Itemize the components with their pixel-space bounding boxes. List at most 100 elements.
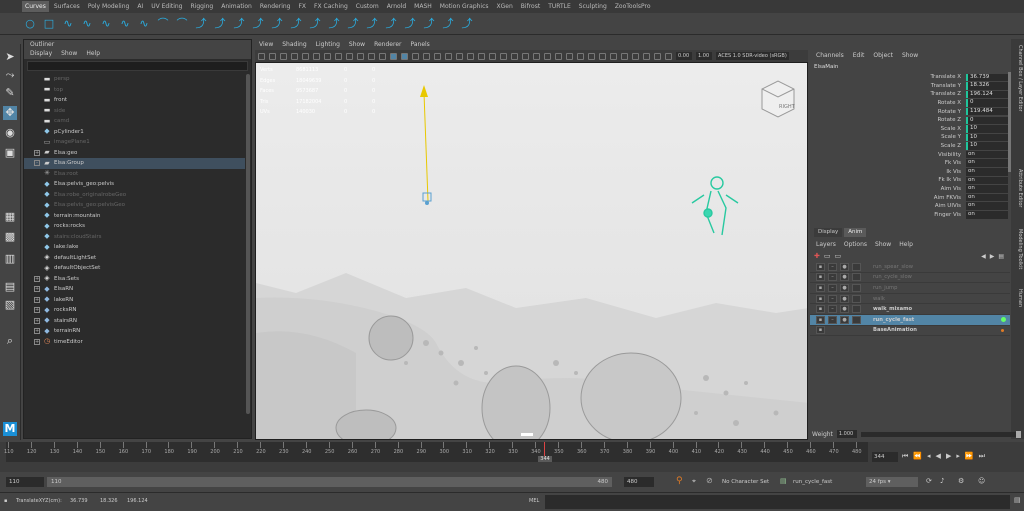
scale-tool-icon[interactable]: ▣ — [3, 146, 17, 160]
shelf-tab-xgen[interactable]: XGen — [494, 1, 516, 12]
colorspace-dropdown[interactable]: ACES 1.0 SDR-video (sRGB) — [716, 52, 789, 60]
viewport-toolbar-icon[interactable] — [511, 52, 518, 60]
anim-layer-menu[interactable]: run_cycle_fast — [793, 479, 832, 485]
maya-logo-icon[interactable]: M — [3, 422, 17, 436]
solo-icon[interactable]: ● — [840, 294, 849, 303]
expand-toggle-icon[interactable]: + — [34, 149, 40, 156]
ghost-icon[interactable] — [852, 294, 861, 303]
auto-key-icon[interactable]: ⚲ — [676, 476, 683, 486]
expand-toggle-icon[interactable]: + — [34, 296, 40, 303]
channel-row[interactable]: Translate Z 196.124 — [810, 90, 1010, 99]
outliner-item[interactable]: ▬ side — [24, 106, 251, 117]
channel-row[interactable]: Aim FKVis on — [810, 193, 1010, 202]
shelf-tab-rendering[interactable]: Rendering — [257, 1, 294, 12]
select-tool-icon[interactable]: ➤ — [3, 50, 17, 64]
curve-edit-icon[interactable]: ⤴ — [347, 17, 359, 30]
channel-row[interactable]: Scale Y 10 — [810, 133, 1010, 142]
viewport-toolbar-icon[interactable] — [665, 52, 672, 60]
viewport-toolbar-icon[interactable] — [599, 52, 606, 60]
viewport-toolbar-icon[interactable] — [379, 52, 386, 60]
outliner-item[interactable]: ◆ lake:lake — [24, 242, 251, 253]
solo-icon[interactable]: ● — [840, 262, 849, 271]
channel-value[interactable]: on — [966, 185, 1008, 193]
exposure-field[interactable]: 0.00 — [676, 52, 692, 60]
play-backwards-icon[interactable]: ◀ — [936, 452, 941, 461]
viewport-menu-view[interactable]: View — [259, 40, 273, 50]
fps-dropdown[interactable]: 24 fps ▾ — [866, 477, 918, 487]
channel-row[interactable]: Fk Vis on — [810, 159, 1010, 168]
curve-edit-icon[interactable]: ⤴ — [385, 17, 397, 30]
timeline-track[interactable]: 110 120 130 140 150 160 170 180 190 200 210 220 230 2… — [4, 442, 868, 462]
outliner-item[interactable]: ▬ persp — [24, 74, 251, 85]
mute-icon[interactable]: – — [828, 305, 837, 314]
viewport-toolbar-icon[interactable] — [566, 52, 573, 60]
viewport-toolbar-icon[interactable] — [258, 52, 265, 60]
viewport-toolbar-icon[interactable] — [610, 52, 617, 60]
outliner-item[interactable]: + ◆ ElsaRN — [24, 284, 251, 295]
arc-icon[interactable]: ⌒ — [176, 17, 188, 30]
viewport-toolbar-icon[interactable] — [489, 52, 496, 60]
layer-menu-options[interactable]: Options — [844, 240, 867, 250]
anim-end-field[interactable]: 480 — [624, 477, 654, 487]
viewport-toolbar-icon[interactable] — [412, 52, 419, 60]
ghost-icon[interactable] — [852, 262, 861, 271]
curve-edit-icon[interactable]: ⤴ — [328, 17, 340, 30]
layer-menu-layers[interactable]: Layers — [816, 240, 836, 250]
layer-icon[interactable]: ▭ — [824, 252, 831, 260]
expand-toggle-icon[interactable]: + — [34, 328, 40, 335]
step-forward-icon[interactable]: ▸ — [956, 452, 960, 461]
shelf-tab-motion-graphics[interactable]: Motion Graphics — [437, 1, 492, 12]
rotate-tool-icon[interactable]: ◉ — [3, 126, 17, 140]
solo-icon[interactable]: ● — [840, 273, 849, 282]
outliner-item[interactable]: + ◆ stairsRN — [24, 316, 251, 327]
outliner-item[interactable]: ▭ imagePlane1 — [24, 137, 251, 148]
weight-slider[interactable] — [860, 430, 1021, 438]
outliner-item[interactable]: ▬ top — [24, 85, 251, 96]
curve-edit-icon[interactable]: ⤴ — [404, 17, 416, 30]
outliner-item[interactable]: ◆ Elsa:pelvis_geo:pelvisGeo — [24, 200, 251, 211]
outliner-item[interactable]: ◈ defaultLightSet — [24, 253, 251, 264]
curve-edit-icon[interactable]: ⤴ — [233, 17, 245, 30]
channel-menu-object[interactable]: Object — [873, 51, 893, 61]
outliner-item[interactable]: + ◆ rocksRN — [24, 305, 251, 316]
outliner-menu-show[interactable]: Show — [61, 49, 77, 59]
anim-layer-row[interactable]: ▪ – ● run_spear_slow — [810, 262, 1010, 273]
curve-icon[interactable]: ∿ — [119, 17, 131, 30]
shelf-tab-animation[interactable]: Animation — [218, 1, 255, 12]
anim-layer-row[interactable]: ▪ – ● run_cycle_fast — [810, 314, 1010, 326]
outliner-item[interactable]: ◆ stairs:cloudStairs — [24, 232, 251, 243]
shelf-tab-surfaces[interactable]: Surfaces — [51, 1, 83, 12]
channel-value[interactable]: on — [966, 202, 1008, 210]
viewport-toolbar-icon[interactable] — [577, 52, 584, 60]
mute-icon[interactable]: – — [828, 273, 837, 282]
outliner-item[interactable]: ◈ defaultObjectSet — [24, 263, 251, 274]
viewport-toolbar-icon[interactable] — [555, 52, 562, 60]
outliner-item[interactable]: ◆ Elsa:pelvis_geo:pelvis — [24, 179, 251, 190]
key-icon[interactable]: ⌖ — [692, 477, 696, 486]
viewport-toolbar-icon[interactable] — [522, 52, 529, 60]
outliner-item[interactable]: ◆ Elsa:robe_originalrobeGeo — [24, 190, 251, 201]
lock-icon[interactable]: ▪ — [816, 294, 825, 303]
curve-edit-icon[interactable]: ⤴ — [252, 17, 264, 30]
channel-row[interactable]: Aim Vis on — [810, 185, 1010, 194]
channel-row[interactable]: Fk Ik Vis on — [810, 176, 1010, 185]
square-icon[interactable]: □ — [43, 17, 55, 30]
viewport-toolbar-icon[interactable] — [588, 52, 595, 60]
outliner-layout-icon[interactable]: ▧ — [3, 298, 17, 312]
circle-icon[interactable]: ○ — [24, 17, 36, 30]
solo-icon[interactable]: ● — [840, 283, 849, 292]
viewport-toolbar-icon[interactable] — [302, 52, 309, 60]
viewport-toolbar-icon[interactable] — [291, 52, 298, 60]
channel-row[interactable]: Rotate X 0 — [810, 99, 1010, 108]
outliner-item[interactable]: ▬ front — [24, 95, 251, 106]
mute-icon[interactable]: – — [828, 262, 837, 271]
channel-row[interactable]: Ik Vis on — [810, 168, 1010, 177]
shelf-tab-rigging[interactable]: Rigging — [188, 1, 217, 12]
channel-menu-channels[interactable]: Channels — [816, 51, 844, 61]
channel-value[interactable]: on — [966, 150, 1008, 159]
channel-menu-edit[interactable]: Edit — [853, 51, 865, 61]
outliner-item[interactable]: ◆ rocks:rocks — [24, 221, 251, 232]
shelf-tab-bifrost[interactable]: Bifrost — [518, 1, 543, 12]
channel-row[interactable]: Visibility on — [810, 150, 1010, 159]
shelf-tab-sculpting[interactable]: Sculpting — [576, 1, 610, 12]
